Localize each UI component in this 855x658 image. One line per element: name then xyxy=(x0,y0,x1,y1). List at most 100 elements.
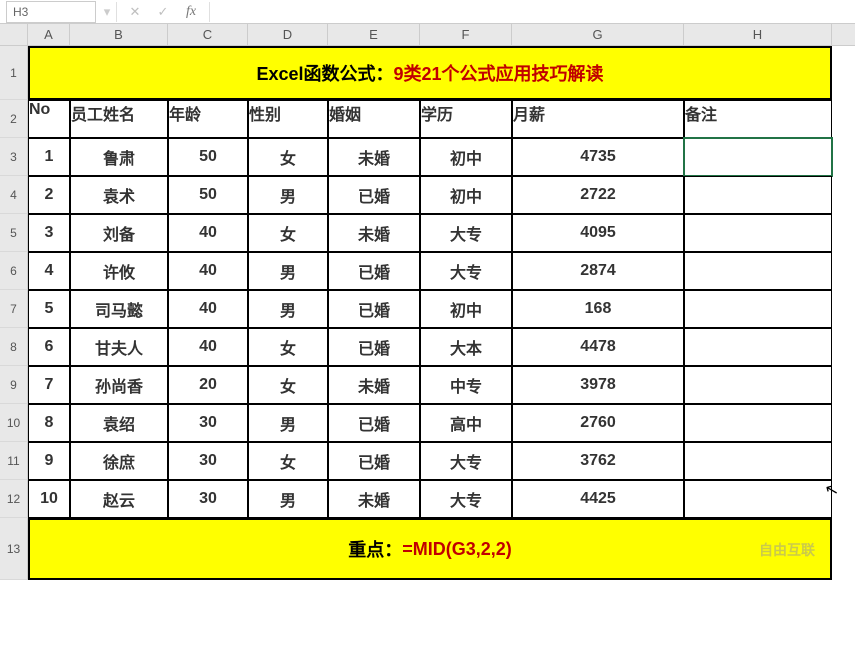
cell-name[interactable]: 刘备 xyxy=(70,214,168,252)
row-header-6[interactable]: 6 xyxy=(0,252,28,290)
cell-edu[interactable]: 大专 xyxy=(420,480,512,518)
cell-name[interactable]: 袁绍 xyxy=(70,404,168,442)
cell-no[interactable]: 2 xyxy=(28,176,70,214)
cell-age[interactable]: 40 xyxy=(168,290,248,328)
cell-no[interactable]: 7 xyxy=(28,366,70,404)
cancel-icon[interactable]: ✕ xyxy=(121,4,149,20)
cell-marriage[interactable]: 已婚 xyxy=(328,328,420,366)
row-header-11[interactable]: 11 xyxy=(0,442,28,480)
cell-note[interactable] xyxy=(684,176,832,214)
cell-marriage[interactable]: 已婚 xyxy=(328,442,420,480)
cell-edu[interactable]: 初中 xyxy=(420,290,512,328)
cell-age[interactable]: 50 xyxy=(168,138,248,176)
cell-no[interactable]: 10 xyxy=(28,480,70,518)
cell-gender[interactable]: 男 xyxy=(248,252,328,290)
row-header-3[interactable]: 3 xyxy=(0,138,28,176)
header-age[interactable]: 年龄 xyxy=(168,100,248,138)
header-salary[interactable]: 月薪 xyxy=(512,100,684,138)
cell-name[interactable]: 许攸 xyxy=(70,252,168,290)
cell-age[interactable]: 40 xyxy=(168,252,248,290)
header-no[interactable]: No xyxy=(28,100,70,138)
cell-salary[interactable]: 2722 xyxy=(512,176,684,214)
cell-marriage[interactable]: 已婚 xyxy=(328,176,420,214)
cell-gender[interactable]: 女 xyxy=(248,138,328,176)
cell-note[interactable] xyxy=(684,480,832,518)
cell-note[interactable] xyxy=(684,442,832,480)
cell-age[interactable]: 30 xyxy=(168,480,248,518)
name-box[interactable] xyxy=(6,1,96,23)
row-header-9[interactable]: 9 xyxy=(0,366,28,404)
col-header-g[interactable]: G xyxy=(512,24,684,45)
col-header-f[interactable]: F xyxy=(420,24,512,45)
cell-marriage[interactable]: 已婚 xyxy=(328,404,420,442)
cell-salary[interactable]: 2874 xyxy=(512,252,684,290)
cell-name[interactable]: 鲁肃 xyxy=(70,138,168,176)
cell-name[interactable]: 袁术 xyxy=(70,176,168,214)
cell-age[interactable]: 40 xyxy=(168,328,248,366)
col-header-c[interactable]: C xyxy=(168,24,248,45)
header-note[interactable]: 备注 xyxy=(684,100,832,138)
select-all-corner[interactable] xyxy=(0,24,28,46)
cell-gender[interactable]: 男 xyxy=(248,176,328,214)
cell-salary[interactable]: 3978 xyxy=(512,366,684,404)
cell-edu[interactable]: 大专 xyxy=(420,442,512,480)
cell-edu[interactable]: 高中 xyxy=(420,404,512,442)
cell-age[interactable]: 20 xyxy=(168,366,248,404)
header-edu[interactable]: 学历 xyxy=(420,100,512,138)
formula-input[interactable] xyxy=(214,1,855,23)
row-header-8[interactable]: 8 xyxy=(0,328,28,366)
row-header-4[interactable]: 4 xyxy=(0,176,28,214)
name-box-dropdown[interactable]: ▾ xyxy=(102,4,112,20)
cell-no[interactable]: 9 xyxy=(28,442,70,480)
cell-name[interactable]: 徐庶 xyxy=(70,442,168,480)
confirm-icon[interactable]: ✓ xyxy=(149,4,177,20)
cell-no[interactable]: 3 xyxy=(28,214,70,252)
header-gender[interactable]: 性别 xyxy=(248,100,328,138)
col-header-h[interactable]: H xyxy=(684,24,832,45)
col-header-d[interactable]: D xyxy=(248,24,328,45)
cell-name[interactable]: 甘夫人 xyxy=(70,328,168,366)
cell-age[interactable]: 50 xyxy=(168,176,248,214)
col-header-b[interactable]: B xyxy=(70,24,168,45)
cell-name[interactable]: 司马懿 xyxy=(70,290,168,328)
cell-gender[interactable]: 女 xyxy=(248,214,328,252)
cell-note[interactable] xyxy=(684,252,832,290)
cell-salary[interactable]: 4425 xyxy=(512,480,684,518)
cell-marriage[interactable]: 未婚 xyxy=(328,366,420,404)
cell-salary[interactable]: 2760 xyxy=(512,404,684,442)
cell-edu[interactable]: 初中 xyxy=(420,176,512,214)
header-name[interactable]: 员工姓名 xyxy=(70,100,168,138)
cell-no[interactable]: 8 xyxy=(28,404,70,442)
cell-no[interactable]: 4 xyxy=(28,252,70,290)
row-header-13[interactable]: 13 xyxy=(0,518,28,580)
cell-gender[interactable]: 女 xyxy=(248,366,328,404)
cell-note[interactable] xyxy=(684,290,832,328)
cell-gender[interactable]: 男 xyxy=(248,290,328,328)
cell-age[interactable]: 30 xyxy=(168,442,248,480)
cell-no[interactable]: 5 xyxy=(28,290,70,328)
cell-edu[interactable]: 大专 xyxy=(420,252,512,290)
cell-gender[interactable]: 女 xyxy=(248,442,328,480)
cell-gender[interactable]: 男 xyxy=(248,404,328,442)
cell-age[interactable]: 30 xyxy=(168,404,248,442)
cell-marriage[interactable]: 未婚 xyxy=(328,480,420,518)
cell-name[interactable]: 赵云 xyxy=(70,480,168,518)
header-marriage[interactable]: 婚姻 xyxy=(328,100,420,138)
row-header-10[interactable]: 10 xyxy=(0,404,28,442)
cell-salary[interactable]: 4478 xyxy=(512,328,684,366)
col-header-e[interactable]: E xyxy=(328,24,420,45)
row-header-7[interactable]: 7 xyxy=(0,290,28,328)
cell-marriage[interactable]: 已婚 xyxy=(328,252,420,290)
cell-note[interactable] xyxy=(684,214,832,252)
cell-salary[interactable]: 4735 xyxy=(512,138,684,176)
cell-note[interactable] xyxy=(684,366,832,404)
cell-marriage[interactable]: 已婚 xyxy=(328,290,420,328)
cell-gender[interactable]: 男 xyxy=(248,480,328,518)
cell-no[interactable]: 1 xyxy=(28,138,70,176)
row-header-2[interactable]: 2 xyxy=(0,100,28,138)
cell-note[interactable] xyxy=(684,328,832,366)
cell-edu[interactable]: 大专 xyxy=(420,214,512,252)
cell-marriage[interactable]: 未婚 xyxy=(328,214,420,252)
row-header-5[interactable]: 5 xyxy=(0,214,28,252)
cell-note[interactable] xyxy=(684,404,832,442)
